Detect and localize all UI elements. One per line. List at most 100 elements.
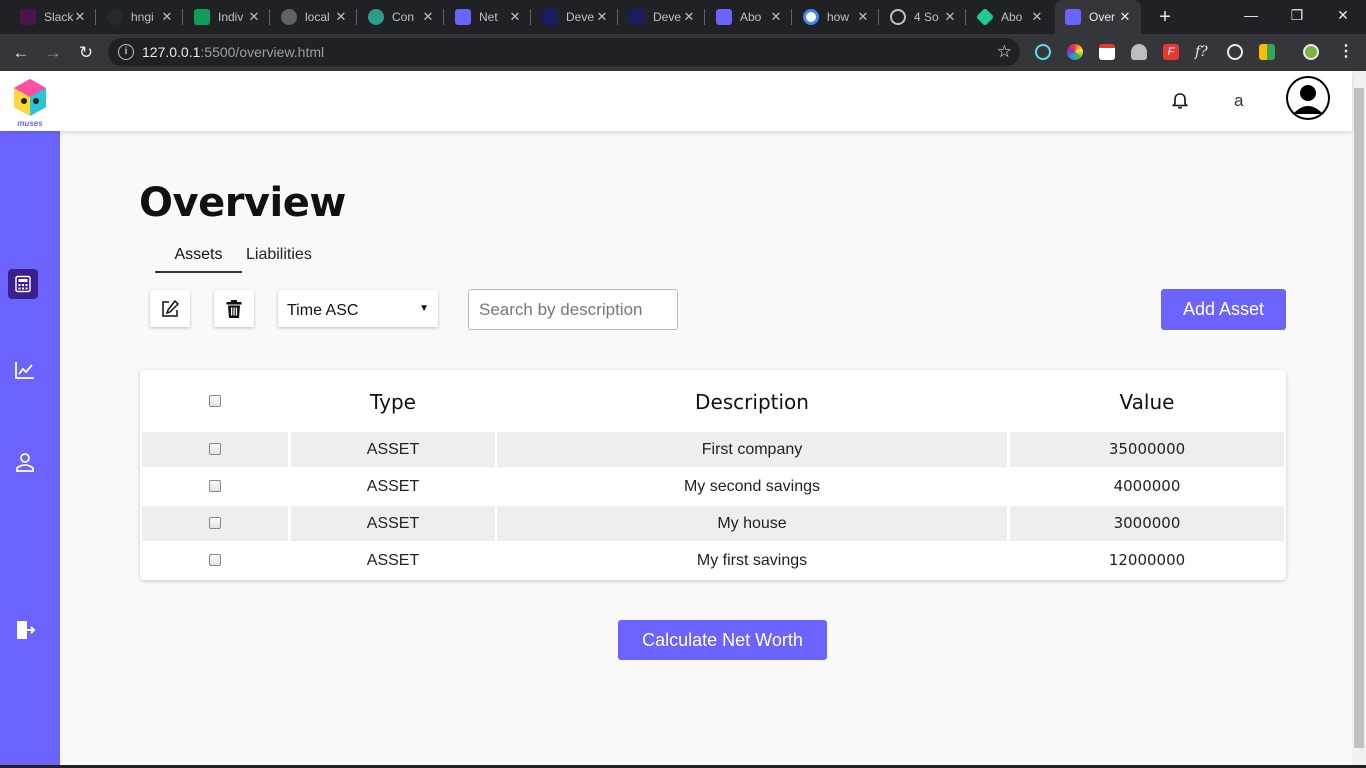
diamond-favicon-icon (975, 7, 995, 27)
muses-favicon-icon (1065, 9, 1081, 25)
tab-assets[interactable]: Assets (155, 246, 242, 273)
cell-description: First company (497, 432, 1007, 467)
avatar[interactable] (1286, 76, 1330, 120)
cell-value: 3000000 (1010, 506, 1284, 541)
table-row[interactable]: ASSET My house 3000000 (142, 506, 1284, 541)
row-checkbox-cell (142, 543, 288, 578)
tab-close-icon[interactable]: ✕ (72, 9, 88, 25)
url-text: 127.0.0.1:5500/overview.html (142, 44, 325, 60)
tab-close-icon[interactable]: ✕ (1117, 9, 1133, 25)
calculator-icon (15, 275, 31, 293)
cell-description: My second savings (683, 478, 821, 495)
browser-tab[interactable]: hngi ✕ (97, 0, 183, 34)
browser-tab-active[interactable]: Over ✕ (1055, 0, 1141, 34)
user-initial[interactable]: a (1234, 91, 1243, 111)
row-checkbox[interactable] (209, 517, 221, 529)
tab-close-icon[interactable]: ✕ (333, 9, 349, 25)
sidebar-item-profile[interactable] (10, 447, 40, 477)
react-devtools-icon[interactable] (1035, 44, 1051, 60)
x-circle-favicon-icon (890, 9, 906, 25)
sidebar (0, 131, 60, 768)
whatfont-icon[interactable]: f? (1195, 44, 1211, 60)
logout-icon (17, 621, 36, 639)
slack-favicon-icon (20, 9, 36, 25)
new-tab-icon[interactable]: + (1154, 6, 1176, 28)
menu-kebab-icon[interactable]: ⋮ (1338, 44, 1354, 60)
back-icon[interactable]: ← (8, 40, 34, 66)
bookmark-star-icon[interactable]: ☆ (997, 42, 1012, 62)
tab-close-icon[interactable]: ✕ (594, 9, 610, 25)
browser-tab[interactable]: 4 So ✕ (880, 0, 966, 34)
address-bar[interactable]: i 127.0.0.1:5500/overview.html ☆ (108, 38, 1020, 66)
calculate-net-worth-button[interactable]: Calculate Net Worth (618, 620, 827, 660)
select-all-checkbox[interactable] (209, 395, 221, 407)
tab-liabilities[interactable]: Liabilities (246, 246, 312, 264)
close-window-icon[interactable]: ✕ (1320, 0, 1366, 34)
reload-icon[interactable]: ↻ (73, 40, 99, 66)
page-scrollbar-thumb[interactable] (1354, 88, 1364, 748)
cell-value: 12000000 (1108, 551, 1186, 569)
row-checkbox-cell (142, 432, 288, 467)
row-checkbox-cell (142, 469, 288, 504)
column-header-type: Type (370, 390, 416, 414)
cell-type: ASSET (291, 432, 495, 467)
browser-tab[interactable]: local ✕ (271, 0, 357, 34)
svg-text:muses: muses (17, 119, 43, 127)
line-chart-icon (15, 362, 34, 379)
tab-close-icon[interactable]: ✕ (246, 9, 262, 25)
muses-favicon-icon (716, 9, 732, 25)
browser-tab[interactable]: Abo ✕ (967, 0, 1053, 34)
grid-extension-icon[interactable] (1259, 44, 1275, 60)
minimize-icon[interactable]: — (1228, 0, 1274, 34)
sidebar-item-chart[interactable] (10, 355, 40, 385)
tab-close-icon[interactable]: ✕ (681, 9, 697, 25)
search-input[interactable] (468, 289, 678, 330)
sidebar-item-logout[interactable] (10, 615, 40, 645)
tab-close-icon[interactable]: ✕ (1029, 9, 1045, 25)
tab-close-icon[interactable]: ✕ (507, 9, 523, 25)
row-checkbox[interactable] (209, 443, 221, 455)
browser-tab-strip: Slack ✕ hngi ✕ Indiv ✕ local ✕ Con ✕ Net… (0, 0, 1366, 34)
sort-select[interactable]: Time ASC ▼ (278, 290, 438, 327)
browser-tab[interactable]: Con ✕ (358, 0, 444, 34)
cell-description: My house (497, 506, 1007, 541)
site-info-icon[interactable]: i (118, 44, 134, 60)
extension-icon[interactable] (1131, 44, 1147, 60)
tab-close-icon[interactable]: ✕ (768, 9, 784, 25)
user-silhouette-icon (1288, 78, 1328, 118)
target-extension-icon[interactable] (1227, 44, 1243, 60)
table-row[interactable]: ASSET My first savings 12000000 (142, 543, 1284, 578)
tab-close-icon[interactable]: ✕ (159, 9, 175, 25)
browser-tab[interactable]: Slack ✕ (10, 0, 96, 34)
row-checkbox[interactable] (209, 480, 221, 492)
sidebar-item-overview[interactable] (8, 269, 38, 299)
table-row[interactable]: ASSET My second savings 4000000 (142, 469, 1284, 504)
sheets-favicon-icon (194, 9, 210, 25)
tab-close-icon[interactable]: ✕ (942, 9, 958, 25)
font-extension-icon[interactable]: F (1163, 44, 1179, 60)
edit-button[interactable] (150, 290, 190, 327)
browser-tab[interactable]: Net ✕ (445, 0, 531, 34)
profile-icon[interactable] (1303, 44, 1319, 60)
page-title: Overview (139, 180, 346, 226)
restore-icon[interactable]: ❐ (1274, 0, 1320, 34)
color-picker-icon[interactable] (1067, 44, 1083, 60)
browser-tab[interactable]: how ✕ (793, 0, 879, 34)
browser-tab[interactable]: Deve ✕ (532, 0, 618, 34)
add-asset-button[interactable]: Add Asset (1161, 289, 1286, 330)
delete-button[interactable] (214, 290, 254, 327)
browser-tab[interactable]: Deve ✕ (619, 0, 705, 34)
muses-logo-icon[interactable]: muses (10, 77, 50, 127)
notes-extension-icon[interactable] (1099, 44, 1115, 60)
column-header-value: Value (1119, 390, 1175, 414)
forward-icon[interactable]: → (40, 40, 66, 66)
browser-tab[interactable]: Indiv ✕ (184, 0, 270, 34)
tab-close-icon[interactable]: ✕ (420, 9, 436, 25)
table-row[interactable]: ASSET First company 35000000 (142, 432, 1284, 467)
tab-close-icon[interactable]: ✕ (855, 9, 871, 25)
trash-icon (226, 299, 242, 318)
bell-icon[interactable] (1170, 91, 1190, 111)
browser-tab[interactable]: Abo ✕ (706, 0, 792, 34)
cell-description: My first savings (696, 552, 808, 569)
row-checkbox[interactable] (209, 554, 221, 566)
